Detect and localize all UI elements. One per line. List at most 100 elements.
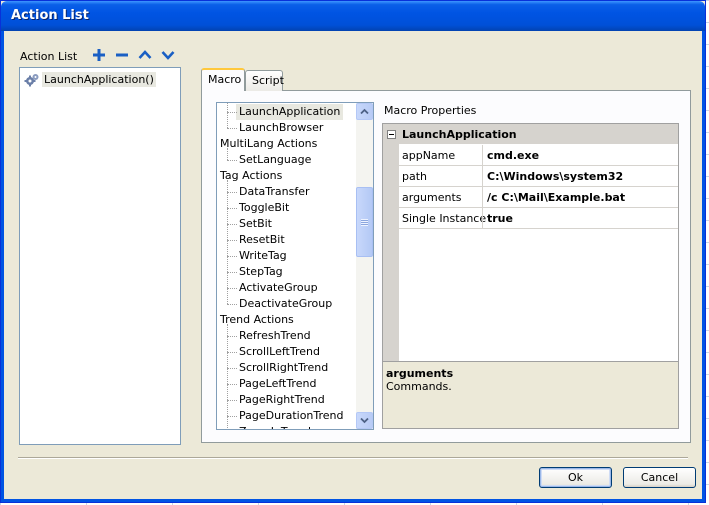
tree-item[interactable]: ZoomInTrend	[239, 424, 311, 429]
column-divider	[482, 187, 483, 207]
property-category-row[interactable]: LaunchApplication	[383, 124, 678, 144]
tree-item[interactable]: DeactivateGroup	[239, 296, 332, 312]
property-row[interactable]: appName cmd.exe	[399, 145, 678, 166]
property-grid[interactable]: LaunchApplication appName cmd.exe path C…	[382, 123, 679, 361]
tree-connector	[227, 368, 237, 369]
tab-macro[interactable]: Macro	[201, 68, 245, 91]
property-description-pane: arguments Commands.	[382, 361, 679, 429]
action-list-item-label: LaunchApplication()	[42, 72, 156, 87]
tree-connector	[227, 128, 237, 129]
tree-connector	[227, 272, 237, 273]
property-row[interactable]: path C:\Windows\system32	[399, 166, 678, 187]
action-list-label: Action List	[20, 50, 78, 63]
tree-item[interactable]: PageDurationTrend	[239, 408, 344, 424]
property-row[interactable]: Single Instance true	[399, 208, 678, 229]
macro-tree-scrollbar[interactable]	[356, 103, 373, 429]
tree-connector	[227, 304, 237, 305]
plus-icon	[93, 49, 105, 61]
column-divider	[482, 208, 483, 228]
tree-connector	[227, 416, 237, 417]
tree-item[interactable]: WriteTag	[239, 248, 287, 264]
grip-icon	[361, 218, 368, 226]
property-value[interactable]: C:\Windows\system32	[487, 170, 623, 183]
property-name: path	[402, 170, 428, 183]
tree-item[interactable]: ActivateGroup	[239, 280, 318, 296]
tree-group[interactable]: MultiLang Actions	[220, 136, 317, 152]
cancel-button[interactable]: Cancel	[623, 467, 696, 488]
ok-button[interactable]: Ok	[539, 467, 612, 488]
action-list-box[interactable]: LaunchApplication()	[19, 67, 181, 445]
property-name: arguments	[402, 191, 462, 204]
tree-item[interactable]: DataTransfer	[239, 184, 310, 200]
tree-group[interactable]: Trend Actions	[220, 312, 294, 328]
remove-action-button[interactable]	[113, 46, 131, 64]
tree-item[interactable]: PageLeftTrend	[239, 376, 316, 392]
property-value[interactable]: cmd.exe	[487, 149, 539, 162]
tree-connector	[227, 384, 237, 385]
tree-connector	[227, 148, 228, 160]
scroll-down-button[interactable]	[356, 412, 373, 429]
title-bar[interactable]: Action List	[1, 1, 705, 31]
tab-script-label: Script	[252, 74, 284, 87]
action-list-item[interactable]: LaunchApplication()	[24, 71, 156, 88]
chevron-up-icon	[360, 108, 369, 115]
window-title: Action List	[11, 8, 89, 23]
tree-item[interactable]: LaunchBrowser	[239, 120, 323, 136]
move-down-button[interactable]	[159, 46, 177, 64]
window-border-bottom	[1, 499, 705, 502]
tree-connector	[227, 256, 237, 257]
tree-item[interactable]: LaunchApplication	[236, 104, 344, 120]
scroll-up-button[interactable]	[356, 103, 373, 120]
footer-separator	[18, 457, 688, 459]
property-value[interactable]: true	[487, 212, 513, 225]
tree-item[interactable]: SetLanguage	[239, 152, 311, 168]
chevron-up-icon	[138, 50, 152, 59]
description-text: Commands.	[386, 380, 452, 393]
tree-item[interactable]: ToggleBit	[239, 200, 289, 216]
tree-connector	[227, 240, 237, 241]
tree-connector	[227, 400, 237, 401]
tree-connector	[227, 160, 237, 161]
add-action-button[interactable]	[90, 46, 108, 64]
column-divider	[482, 166, 483, 186]
cancel-button-label: Cancel	[640, 471, 679, 484]
description-title: arguments	[386, 367, 454, 380]
tree-item[interactable]: RefreshTrend	[239, 328, 311, 344]
tree-item[interactable]: ScrollRightTrend	[239, 360, 328, 376]
move-up-button[interactable]	[136, 46, 154, 64]
collapse-icon[interactable]	[387, 129, 396, 139]
property-category-label: LaunchApplication	[402, 127, 517, 141]
tree-connector	[227, 180, 228, 304]
window-border-right	[702, 31, 705, 502]
tree-item[interactable]: StepTag	[239, 264, 283, 280]
tree-connector	[227, 288, 237, 289]
tree-connector	[227, 352, 237, 353]
tree-item[interactable]: PageRightTrend	[239, 392, 325, 408]
tree-connector	[227, 208, 237, 209]
tree-item[interactable]: SetBit	[239, 216, 272, 232]
scroll-thumb[interactable]	[356, 187, 373, 257]
ok-button-label: Ok	[567, 471, 584, 484]
tree-connector	[227, 336, 237, 337]
property-name: Single Instance	[402, 212, 487, 225]
macro-properties-label: Macro Properties	[384, 104, 477, 117]
tree-connector	[227, 224, 237, 225]
tree-connector	[227, 103, 228, 128]
window-border-left	[1, 31, 4, 502]
chevron-down-icon	[360, 417, 369, 424]
property-value[interactable]: /c C:\Mail\Example.bat	[487, 191, 625, 204]
property-grid-margin	[383, 144, 399, 361]
tab-script[interactable]: Script	[245, 70, 284, 91]
macro-tree[interactable]: LaunchApplication LaunchBrowser MultiLang …	[216, 102, 374, 430]
chevron-down-icon	[161, 51, 175, 60]
property-name: appName	[402, 149, 456, 162]
tree-group[interactable]: Tag Actions	[220, 168, 282, 184]
tree-connector	[227, 192, 237, 193]
tree-connector	[227, 324, 228, 429]
gear-icon	[24, 73, 39, 86]
property-row[interactable]: arguments /c C:\Mail\Example.bat	[399, 187, 678, 208]
tree-item[interactable]: ScrollLeftTrend	[239, 344, 320, 360]
tree-item[interactable]: ResetBit	[239, 232, 285, 248]
column-divider	[482, 145, 483, 165]
tab-macro-label: Macro	[208, 73, 242, 86]
